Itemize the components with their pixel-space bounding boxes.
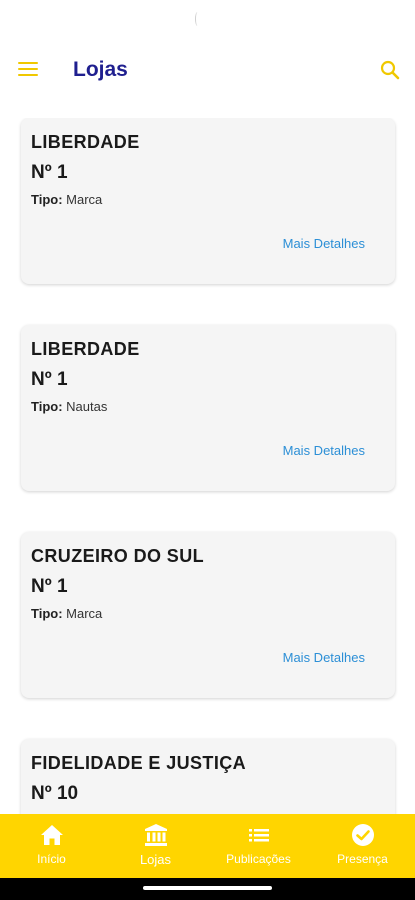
nav-item-publicacoes[interactable]: Publicações [207, 814, 310, 878]
store-number: Nº 1 [31, 162, 68, 183]
bank-icon [144, 824, 167, 846]
nav-label: Presença [337, 852, 388, 866]
app-bar: Lojas [0, 48, 415, 94]
store-card[interactable]: FIDELIDADE E JUSTIÇA Nº 10 [21, 739, 395, 814]
store-type-value: Marca [66, 192, 103, 207]
page-title: Lojas [73, 58, 128, 81]
store-type: Tipo: Nautas [31, 399, 107, 414]
store-type-label: Tipo: [31, 192, 63, 207]
store-type-label: Tipo: [31, 606, 63, 621]
store-type-value: Nautas [66, 399, 108, 414]
more-details-link[interactable]: Mais Detalhes [283, 236, 365, 251]
list-icon [248, 829, 269, 842]
search-icon[interactable] [379, 59, 401, 81]
home-icon [40, 825, 63, 845]
check-circle-icon [351, 824, 374, 846]
nav-item-inicio[interactable]: Início [0, 814, 103, 878]
store-number: Nº 1 [31, 576, 68, 597]
store-type-label: Tipo: [31, 399, 63, 414]
store-number: Nº 1 [31, 369, 68, 390]
nav-label: Início [37, 852, 66, 866]
store-list: LIBERDADE Nº 1 Tipo: Marca Mais Detalhes… [0, 118, 415, 814]
system-navigation-bar [0, 878, 415, 900]
store-card[interactable]: CRUZEIRO DO SUL Nº 1 Tipo: Marca Mais De… [21, 532, 395, 698]
store-name: LIBERDADE [31, 132, 140, 152]
store-name: LIBERDADE [31, 339, 140, 359]
bottom-navigation: Início Lojas Publicações Presença [0, 814, 415, 878]
store-card[interactable]: LIBERDADE Nº 1 Tipo: Nautas Mais Detalhe… [21, 325, 395, 491]
home-indicator[interactable] [143, 886, 272, 890]
nav-label: Publicações [226, 852, 291, 866]
store-number: Nº 10 [31, 783, 79, 804]
more-details-link[interactable]: Mais Detalhes [283, 443, 365, 458]
store-name: CRUZEIRO DO SUL [31, 546, 205, 566]
camera-notch [195, 12, 200, 26]
store-name: FIDELIDADE E JUSTIÇA [31, 753, 247, 773]
nav-item-lojas[interactable]: Lojas [104, 814, 207, 878]
store-card[interactable]: LIBERDADE Nº 1 Tipo: Marca Mais Detalhes [21, 118, 395, 284]
store-type: Tipo: Marca [31, 606, 102, 621]
store-type: Tipo: Marca [31, 192, 102, 207]
store-type-value: Marca [66, 606, 103, 621]
more-details-link[interactable]: Mais Detalhes [283, 650, 365, 665]
status-bar [0, 0, 415, 40]
menu-icon[interactable] [18, 62, 38, 78]
nav-label: Lojas [139, 852, 172, 867]
nav-item-presenca[interactable]: Presença [311, 814, 414, 878]
